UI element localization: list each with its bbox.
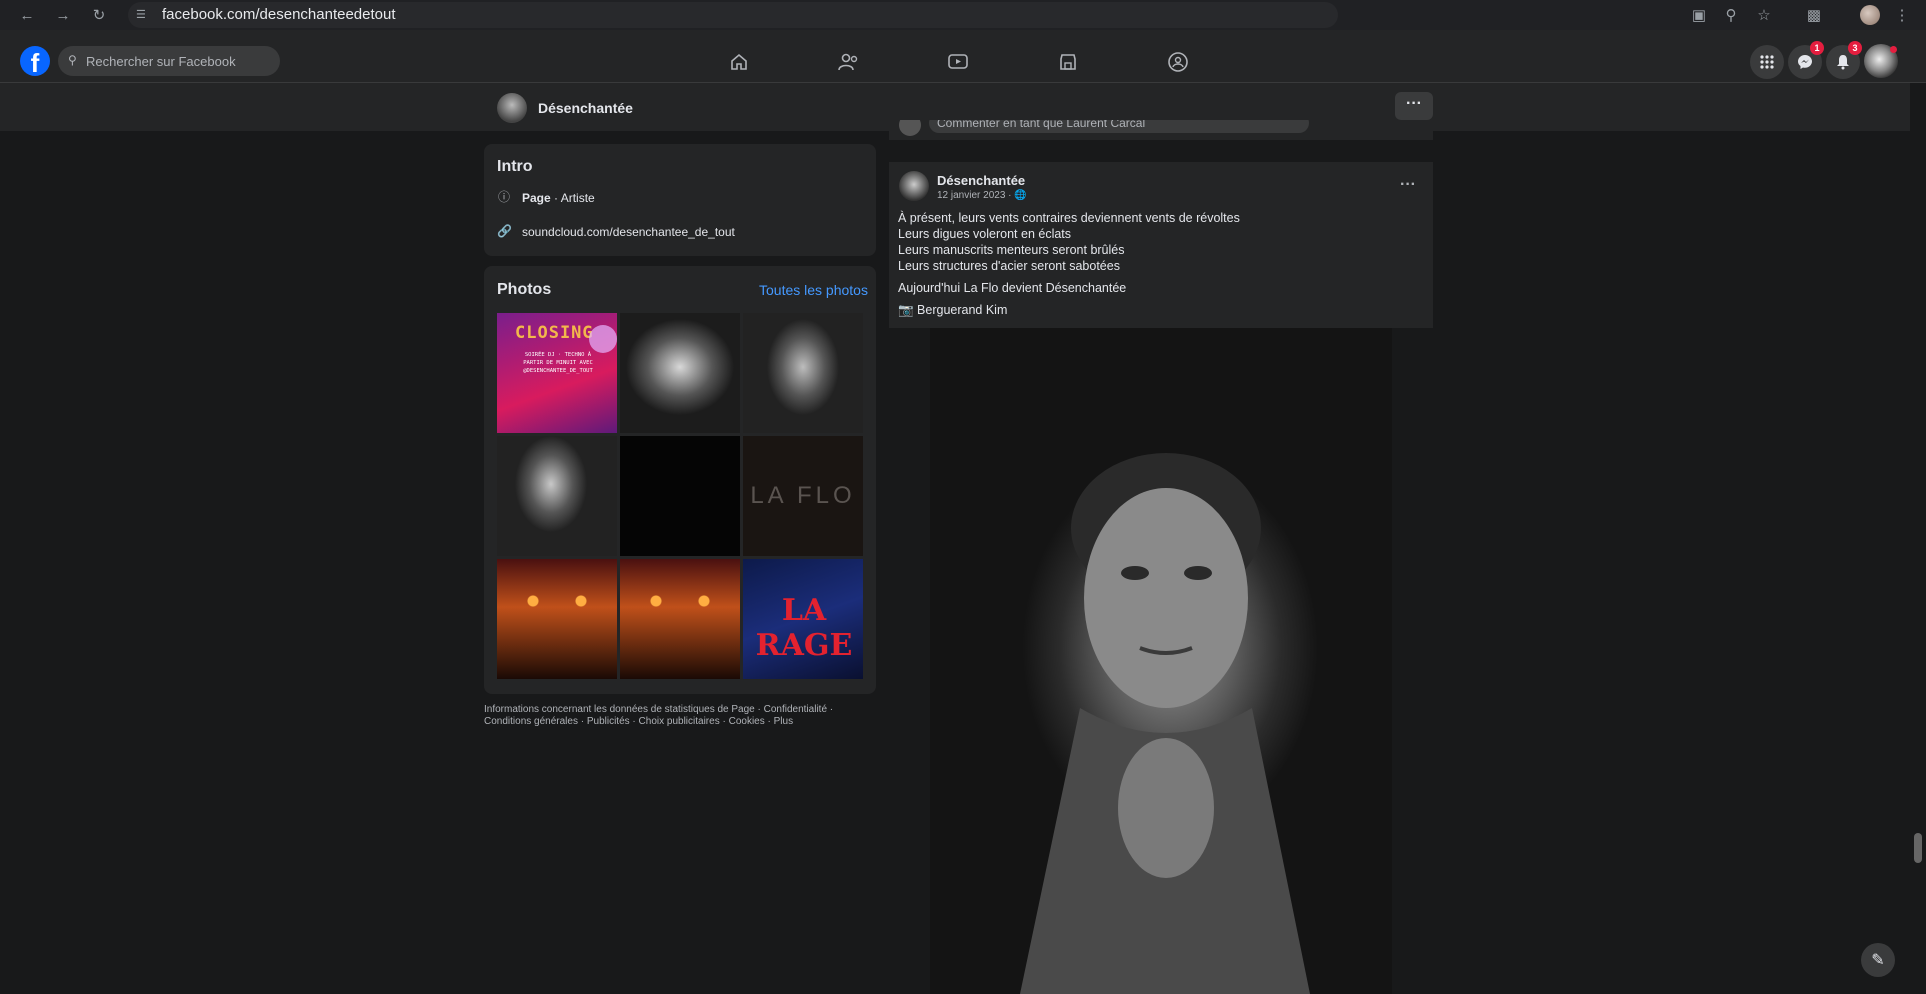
profile-avatar[interactable]	[1860, 5, 1880, 25]
notifications-badge: 3	[1848, 41, 1862, 55]
messenger-badge: 1	[1810, 41, 1824, 55]
post-more-button[interactable]: ···	[1400, 176, 1416, 194]
extensions-icon[interactable]: ▩	[1803, 4, 1825, 26]
post-photo[interactable]	[930, 328, 1392, 994]
photo-tile[interactable]	[620, 436, 740, 556]
facebook-logo-icon[interactable]: f	[20, 46, 50, 76]
account-alert-dot	[1890, 46, 1897, 53]
footer-link[interactable]: Plus	[774, 716, 793, 727]
zoom-icon[interactable]: ⚲	[1720, 4, 1742, 26]
link-icon: 🔗	[497, 224, 512, 238]
home-icon[interactable]	[725, 48, 753, 76]
info-icon: ⓘ	[497, 190, 510, 204]
page-more-button[interactable]: ···	[1395, 92, 1433, 120]
page-avatar[interactable]	[497, 93, 527, 123]
see-all-photos-link[interactable]: Toutes les photos	[759, 282, 868, 298]
commenter-avatar	[899, 120, 921, 136]
post-text-line: Leurs digues voleront en éclats	[898, 227, 1072, 241]
friends-icon[interactable]	[835, 48, 863, 76]
footer-link[interactable]: Publicités	[587, 716, 630, 727]
photo-caption: LA FLO	[750, 482, 856, 509]
video-icon[interactable]	[944, 48, 972, 76]
install-icon[interactable]: ▣	[1688, 4, 1710, 26]
post-text-line: Leurs manuscrits menteurs seront brûlés	[898, 243, 1125, 257]
post-text-line: Aujourd'hui La Flo devient Désenchantée	[898, 281, 1127, 295]
reload-icon[interactable]: ↻	[88, 4, 110, 26]
post-text-line: À présent, leurs vents contraires devien…	[898, 211, 1240, 225]
comment-placeholder: Commenter en tant que Laurent Carcal	[937, 120, 1146, 130]
page-footer: Informations concernant les données de s…	[484, 704, 834, 727]
groups-icon[interactable]	[1164, 48, 1192, 76]
soundcloud-link[interactable]: soundcloud.com/desenchantee_de_tout	[522, 225, 735, 239]
photo-tile[interactable]	[743, 313, 863, 433]
post-author-avatar[interactable]	[899, 171, 929, 201]
page-category: Page · Artiste	[522, 191, 595, 205]
photo-caption: CLOSING	[515, 323, 594, 343]
photo-tile[interactable]: LA FLO	[743, 436, 863, 556]
previous-post-comment-bar: Commenter en tant que Laurent Carcal	[889, 120, 1433, 140]
footer-link[interactable]: Confidentialité	[764, 704, 827, 715]
bookmark-star-icon[interactable]: ☆	[1753, 4, 1775, 26]
page-name[interactable]: Désenchantée	[538, 100, 633, 116]
post-date[interactable]: 12 janvier 2023 · 🌐	[937, 190, 1027, 201]
forward-icon[interactable]: →	[52, 4, 74, 26]
footer-link[interactable]: Conditions générales	[484, 716, 578, 727]
photo-tile[interactable]	[497, 559, 617, 679]
browser-menu-icon[interactable]: ⋮	[1891, 4, 1913, 26]
site-info-icon[interactable]: ☰	[136, 8, 150, 22]
photo-tile[interactable]	[620, 559, 740, 679]
photo-tile[interactable]	[497, 436, 617, 556]
page-scrollbar[interactable]	[1914, 833, 1922, 863]
url-text[interactable]: facebook.com/desenchanteedetout	[162, 6, 396, 23]
photo-caption: LA RAGE	[755, 593, 853, 663]
photo-deco-circle	[589, 325, 617, 353]
photo-subcaption: SOIRÉE DJ · TECHNO À PARTIR DE MINUIT AV…	[523, 352, 593, 374]
back-icon[interactable]: ←	[16, 4, 38, 26]
marketplace-icon[interactable]	[1054, 48, 1082, 76]
post-text-line: Leurs structures d'acier seront sabotées	[898, 259, 1120, 273]
footer-link[interactable]: Choix publicitaires	[639, 716, 720, 727]
globe-icon: 🌐	[1014, 190, 1027, 201]
photo-tile[interactable]: CLOSING SOIRÉE DJ · TECHNO À PARTIR DE M…	[497, 313, 617, 433]
menu-grid-icon[interactable]	[1750, 45, 1784, 79]
photo-tile[interactable]: LA RAGE	[743, 559, 863, 679]
portrait-illustration	[1020, 453, 1310, 994]
post-photo-credit: 📷 Berguerand Kim	[898, 303, 1008, 317]
footer-link[interactable]: Informations concernant les données de s…	[484, 704, 755, 715]
search-placeholder: Rechercher sur Facebook	[86, 54, 236, 69]
new-message-icon[interactable]: ✎	[1861, 943, 1895, 977]
photo-tile[interactable]	[620, 313, 740, 433]
search-icon: ⚲	[68, 53, 77, 67]
photos-title: Photos	[497, 281, 552, 298]
footer-link[interactable]: Cookies	[729, 716, 765, 727]
intro-title: Intro	[497, 158, 533, 175]
post-author[interactable]: Désenchantée	[937, 173, 1025, 188]
